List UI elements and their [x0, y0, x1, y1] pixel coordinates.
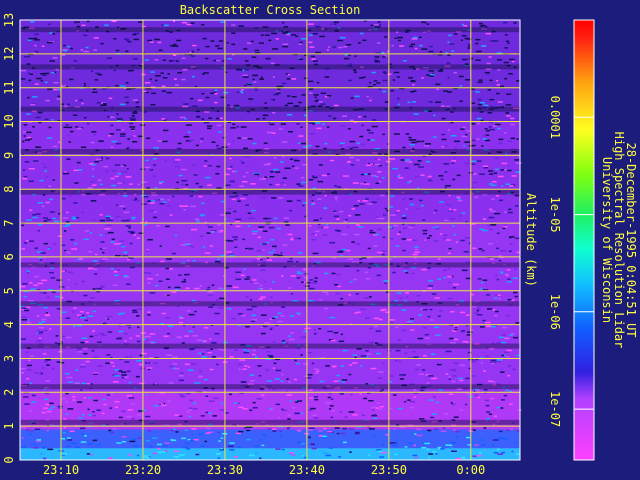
- colorbar: [573, 19, 595, 461]
- y-tick-label: 1: [2, 423, 16, 430]
- annotation: University of Wisconsin High Spectral Re…: [600, 132, 638, 349]
- streak-layer: [20, 189, 520, 195]
- streak-layer: [20, 262, 520, 268]
- y-tick-label: 13: [2, 13, 16, 27]
- y-tick-label: 6: [2, 253, 16, 260]
- x-tick-label: 23:40: [289, 463, 325, 477]
- streak-layer: [20, 343, 520, 349]
- altitude-band: [20, 448, 520, 460]
- streak-layer: [20, 27, 520, 33]
- altitude-band: [20, 429, 520, 449]
- y-tick-label: 12: [2, 47, 16, 61]
- altitude-band: [20, 20, 520, 122]
- x-tick-label: 23:10: [43, 463, 79, 477]
- x-tick-label: 0:00: [456, 463, 485, 477]
- y-axis-ticks: 012345678910111213: [2, 13, 16, 464]
- colorbar-tick-label: 0.0001: [548, 96, 562, 139]
- y-tick-label: 0: [2, 456, 16, 463]
- annotation-line-1: University of Wisconsin: [600, 157, 614, 323]
- x-axis-ticks: 23:10 23:20 23:30 23:40 23:50 0:00: [43, 463, 485, 477]
- y-tick-label: 3: [2, 355, 16, 362]
- streak-layer: [20, 149, 520, 154]
- streak-layer: [20, 106, 520, 112]
- colorbar-tick-label: 1e-06: [548, 294, 562, 330]
- colorbar-tick-label: 1e-07: [548, 391, 562, 427]
- y-tick-label: 5: [2, 287, 16, 294]
- chart-title: Backscatter Cross Section: [180, 3, 361, 17]
- streak-layer: [20, 419, 520, 425]
- y-axis-label: Altitude (km): [524, 193, 538, 287]
- x-tick-label: 23:20: [125, 463, 161, 477]
- altitude-band: [20, 223, 520, 393]
- streak-layer: [20, 64, 520, 70]
- streak-layer: [20, 301, 520, 307]
- lidar-plot-window: 0 1 2 3 4 5 6 7 8 9 10 11 12 13 23:10 23:20 23:30 23:40 2…: [0, 0, 640, 480]
- x-tick-label: 23:50: [371, 463, 407, 477]
- y-tick-label: 9: [2, 152, 16, 159]
- y-tick-label: 2: [2, 389, 16, 396]
- y-tick-label: 4: [2, 321, 16, 328]
- y-tick-label: 11: [2, 80, 16, 94]
- backscatter-chart: 012345678910111213 23:10 23:20 23:30 23:40 2…: [2, 3, 638, 477]
- annotation-line-3: 28-December-1995 0:04:51 UT: [624, 142, 638, 337]
- colorbar-tick-label: 1e-05: [548, 197, 562, 233]
- annotation-line-2: High Spectral Resolution Lidar: [612, 132, 626, 349]
- y-tick-label: 8: [2, 186, 16, 193]
- plot-area: [20, 20, 523, 460]
- streak-layer: [20, 384, 520, 390]
- y-tick-label: 7: [2, 219, 16, 226]
- y-tick-label: 10: [2, 114, 16, 128]
- x-tick-label: 23:30: [207, 463, 243, 477]
